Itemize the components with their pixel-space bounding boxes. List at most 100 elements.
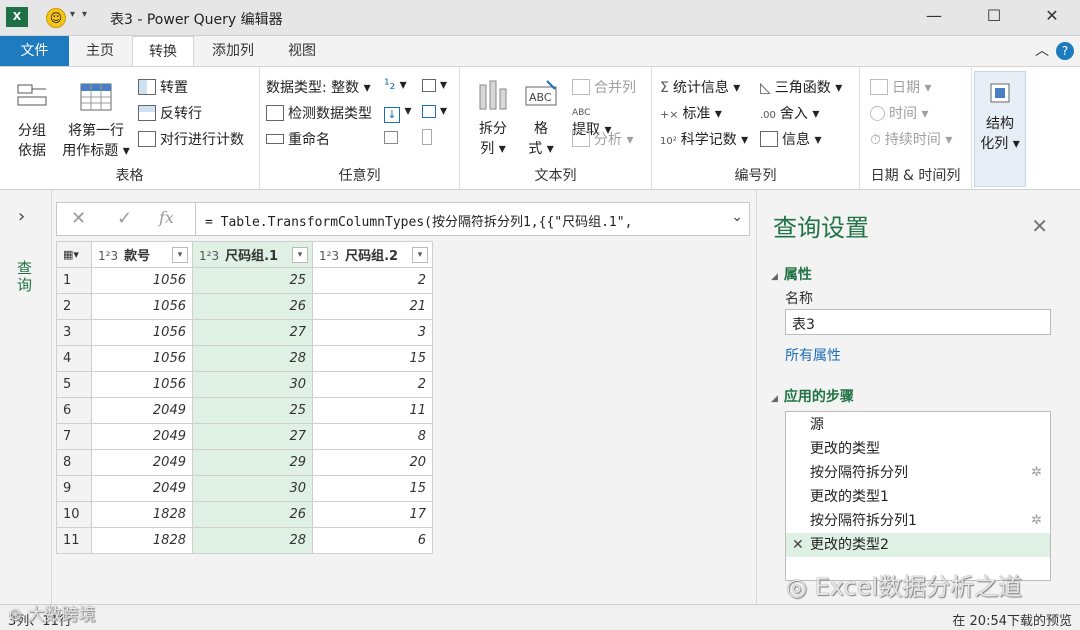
tab-view[interactable]: 视图: [274, 36, 330, 66]
maximize-button[interactable]: ☐: [982, 6, 1006, 25]
applied-steps-header[interactable]: ◢ 应用的步骤: [771, 386, 854, 406]
count-rows-button[interactable]: 对行进行计数: [138, 129, 244, 149]
cell-size-1[interactable]: 29: [192, 449, 313, 476]
cell-size-1[interactable]: 26: [192, 501, 313, 528]
tab-home[interactable]: 主页: [72, 36, 128, 66]
group-by-button[interactable]: 分组 依据: [8, 81, 56, 161]
close-window-button[interactable]: ✕: [1040, 6, 1064, 25]
cell-size-1[interactable]: 30: [192, 371, 313, 398]
quick-access-dropdown-icon[interactable]: ▾: [70, 9, 75, 20]
table-row[interactable]: 8 2049 29 20: [56, 449, 433, 476]
table-row[interactable]: 2 1056 26 21: [56, 293, 433, 320]
row-number[interactable]: 2: [56, 293, 92, 320]
cell-size-1[interactable]: 27: [192, 319, 313, 346]
whole-number-type-icon[interactable]: 1²3: [98, 249, 118, 263]
column-header-style-no[interactable]: 1²3 款号 ▾: [91, 241, 193, 268]
step-item-selected[interactable]: ✕ 更改的类型2: [786, 533, 1050, 557]
step-item[interactable]: 源: [786, 413, 1050, 437]
scientific-button[interactable]: 10² 科学记数 ▾: [660, 129, 748, 149]
all-properties-link[interactable]: 所有属性: [785, 345, 841, 365]
cell-style-no[interactable]: 1056: [91, 345, 193, 372]
customize-quick-access-icon[interactable]: ▾: [82, 9, 87, 20]
cell-size-1[interactable]: 25: [192, 267, 313, 294]
cell-size-1[interactable]: 27: [192, 423, 313, 450]
split-column-button[interactable]: 拆分 列 ▾: [472, 77, 514, 159]
rename-button[interactable]: 重命名: [266, 129, 330, 149]
reverse-rows-button[interactable]: 反转行: [138, 103, 202, 123]
cell-size-1[interactable]: 28: [192, 345, 313, 372]
cancel-formula-icon[interactable]: ✕: [71, 208, 86, 229]
cell-size-1[interactable]: 30: [192, 475, 313, 502]
cell-size-2[interactable]: 15: [312, 345, 433, 372]
tab-add-column[interactable]: 添加列: [200, 36, 266, 66]
filter-dropdown-icon[interactable]: ▾: [412, 247, 428, 263]
standard-button[interactable]: +× 标准 ▾: [660, 103, 722, 123]
step-settings-gear-icon[interactable]: ✲: [1031, 461, 1042, 485]
collapse-ribbon-icon[interactable]: ︿: [1030, 40, 1054, 60]
rounding-button[interactable]: .00 舍入 ▾: [760, 103, 819, 123]
smiley-feedback-icon[interactable]: ☺: [46, 8, 66, 28]
whole-number-type-icon[interactable]: 1²3: [319, 249, 339, 263]
row-number[interactable]: 3: [56, 319, 92, 346]
cell-style-no[interactable]: 2049: [91, 475, 193, 502]
detect-data-type-button[interactable]: 检测数据类型: [266, 103, 372, 123]
statistics-button[interactable]: Σ 统计信息 ▾: [660, 77, 740, 97]
step-item[interactable]: 按分隔符拆分列1 ✲: [786, 509, 1050, 533]
whole-number-type-icon[interactable]: 1²3: [199, 249, 219, 263]
row-number[interactable]: 5: [56, 371, 92, 398]
table-row[interactable]: 5 1056 30 2: [56, 371, 433, 398]
cell-style-no[interactable]: 1828: [91, 501, 193, 528]
replace-values-button[interactable]: ¹₂ ▾: [384, 77, 407, 93]
table-row[interactable]: 6 2049 25 11: [56, 397, 433, 424]
cell-style-no[interactable]: 1828: [91, 527, 193, 554]
cell-style-no[interactable]: 1056: [91, 319, 193, 346]
help-icon[interactable]: ?: [1056, 42, 1074, 60]
commit-formula-icon[interactable]: ✓: [117, 208, 132, 229]
query-name-input[interactable]: 表3: [785, 309, 1051, 335]
filter-dropdown-icon[interactable]: ▾: [172, 247, 188, 263]
structured-column-button[interactable]: 结构 化列 ▾: [974, 71, 1026, 187]
cell-size-2[interactable]: 8: [312, 423, 433, 450]
cell-style-no[interactable]: 2049: [91, 423, 193, 450]
trigonometry-button[interactable]: ◺ 三角函数 ▾: [760, 77, 842, 97]
cell-style-no[interactable]: 2049: [91, 449, 193, 476]
step-item[interactable]: 更改的类型: [786, 437, 1050, 461]
filter-dropdown-icon[interactable]: ▾: [292, 247, 308, 263]
use-first-row-as-headers-button[interactable]: 将第一行 用作标题 ▾: [58, 81, 134, 161]
cell-size-2[interactable]: 17: [312, 501, 433, 528]
cell-style-no[interactable]: 1056: [91, 293, 193, 320]
column-header-size-2[interactable]: 1²3 尺码组.2 ▾: [312, 241, 433, 268]
table-row[interactable]: 9 2049 30 15: [56, 475, 433, 502]
cell-size-2[interactable]: 3: [312, 319, 433, 346]
table-row[interactable]: 4 1056 28 15: [56, 345, 433, 372]
cell-style-no[interactable]: 1056: [91, 371, 193, 398]
step-item[interactable]: 更改的类型1: [786, 485, 1050, 509]
expand-queries-icon[interactable]: ›: [18, 206, 25, 227]
pivot-column-button[interactable]: [422, 129, 436, 146]
cell-size-1[interactable]: 28: [192, 527, 313, 554]
row-number[interactable]: 6: [56, 397, 92, 424]
cell-size-1[interactable]: 25: [192, 397, 313, 424]
close-settings-icon[interactable]: ✕: [1031, 214, 1048, 238]
row-number[interactable]: 1: [56, 267, 92, 294]
delete-step-icon[interactable]: ✕: [792, 533, 804, 557]
table-row[interactable]: 10 1828 26 17: [56, 501, 433, 528]
cell-size-2[interactable]: 2: [312, 371, 433, 398]
cell-style-no[interactable]: 1056: [91, 267, 193, 294]
tab-file[interactable]: 文件: [0, 36, 69, 66]
table-row[interactable]: 3 1056 27 3: [56, 319, 433, 346]
convert-to-list-button[interactable]: [384, 129, 402, 145]
fill-button[interactable]: ▾: [422, 77, 447, 93]
expand-formula-icon[interactable]: ⌄: [731, 209, 743, 225]
table-row[interactable]: 11 1828 28 6: [56, 527, 433, 554]
date-button[interactable]: 日期 ▾: [870, 77, 931, 97]
row-number[interactable]: 9: [56, 475, 92, 502]
cell-size-2[interactable]: 2: [312, 267, 433, 294]
row-number[interactable]: 4: [56, 345, 92, 372]
row-number[interactable]: 10: [56, 501, 92, 528]
cell-size-1[interactable]: 26: [192, 293, 313, 320]
merge-columns-button[interactable]: 合并列: [572, 77, 636, 97]
step-settings-gear-icon[interactable]: ✲: [1031, 509, 1042, 533]
unpivot-button[interactable]: ↓ ▾: [384, 103, 411, 123]
data-type-dropdown[interactable]: 数据类型: 整数 ▾: [266, 77, 371, 97]
